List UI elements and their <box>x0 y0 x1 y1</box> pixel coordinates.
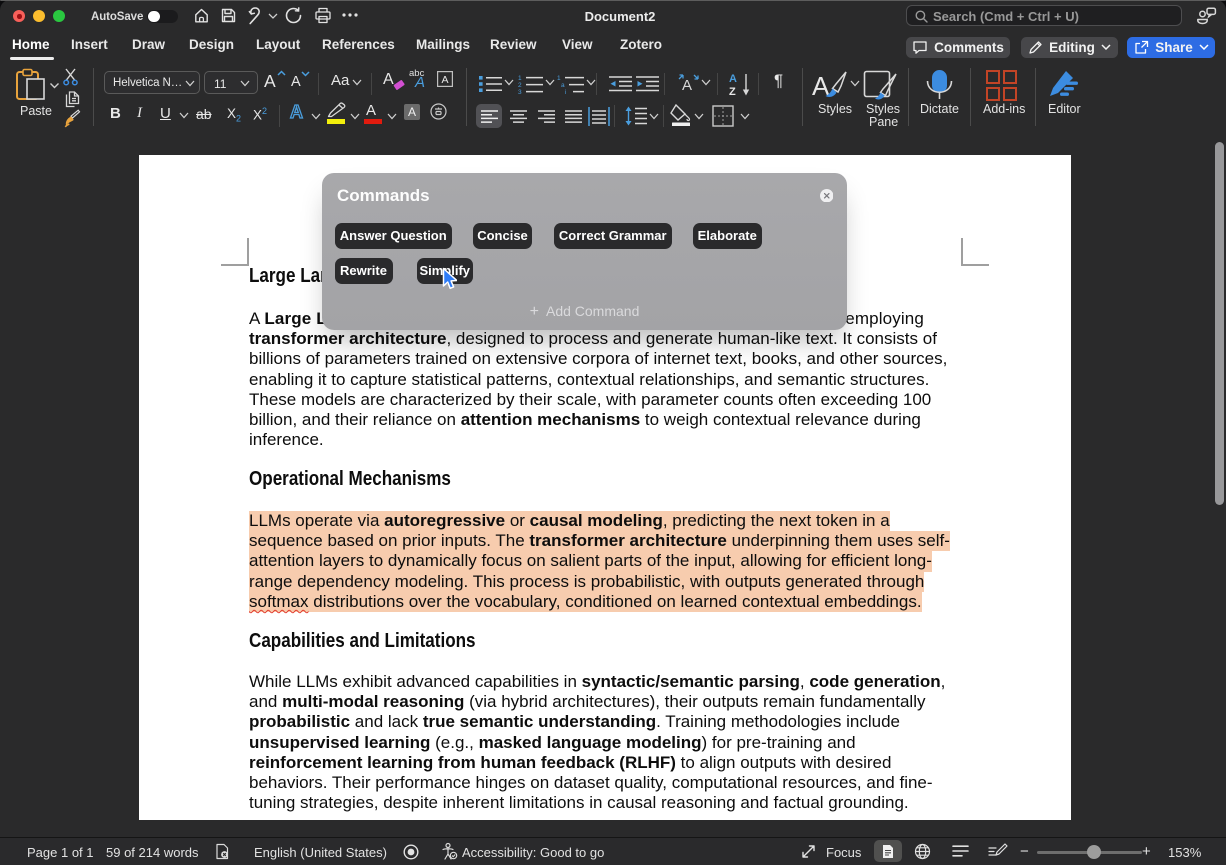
svg-text:i: i <box>565 89 566 94</box>
svg-text:A: A <box>682 77 692 94</box>
svg-text:A: A <box>729 73 737 85</box>
svg-text:Z: Z <box>729 86 736 97</box>
svg-text:1: 1 <box>518 75 522 82</box>
svg-text:2: 2 <box>518 82 522 89</box>
svg-text:1: 1 <box>557 75 561 82</box>
svg-text:3: 3 <box>518 89 522 94</box>
svg-text:A: A <box>441 74 448 86</box>
svg-text:a: a <box>561 82 565 89</box>
